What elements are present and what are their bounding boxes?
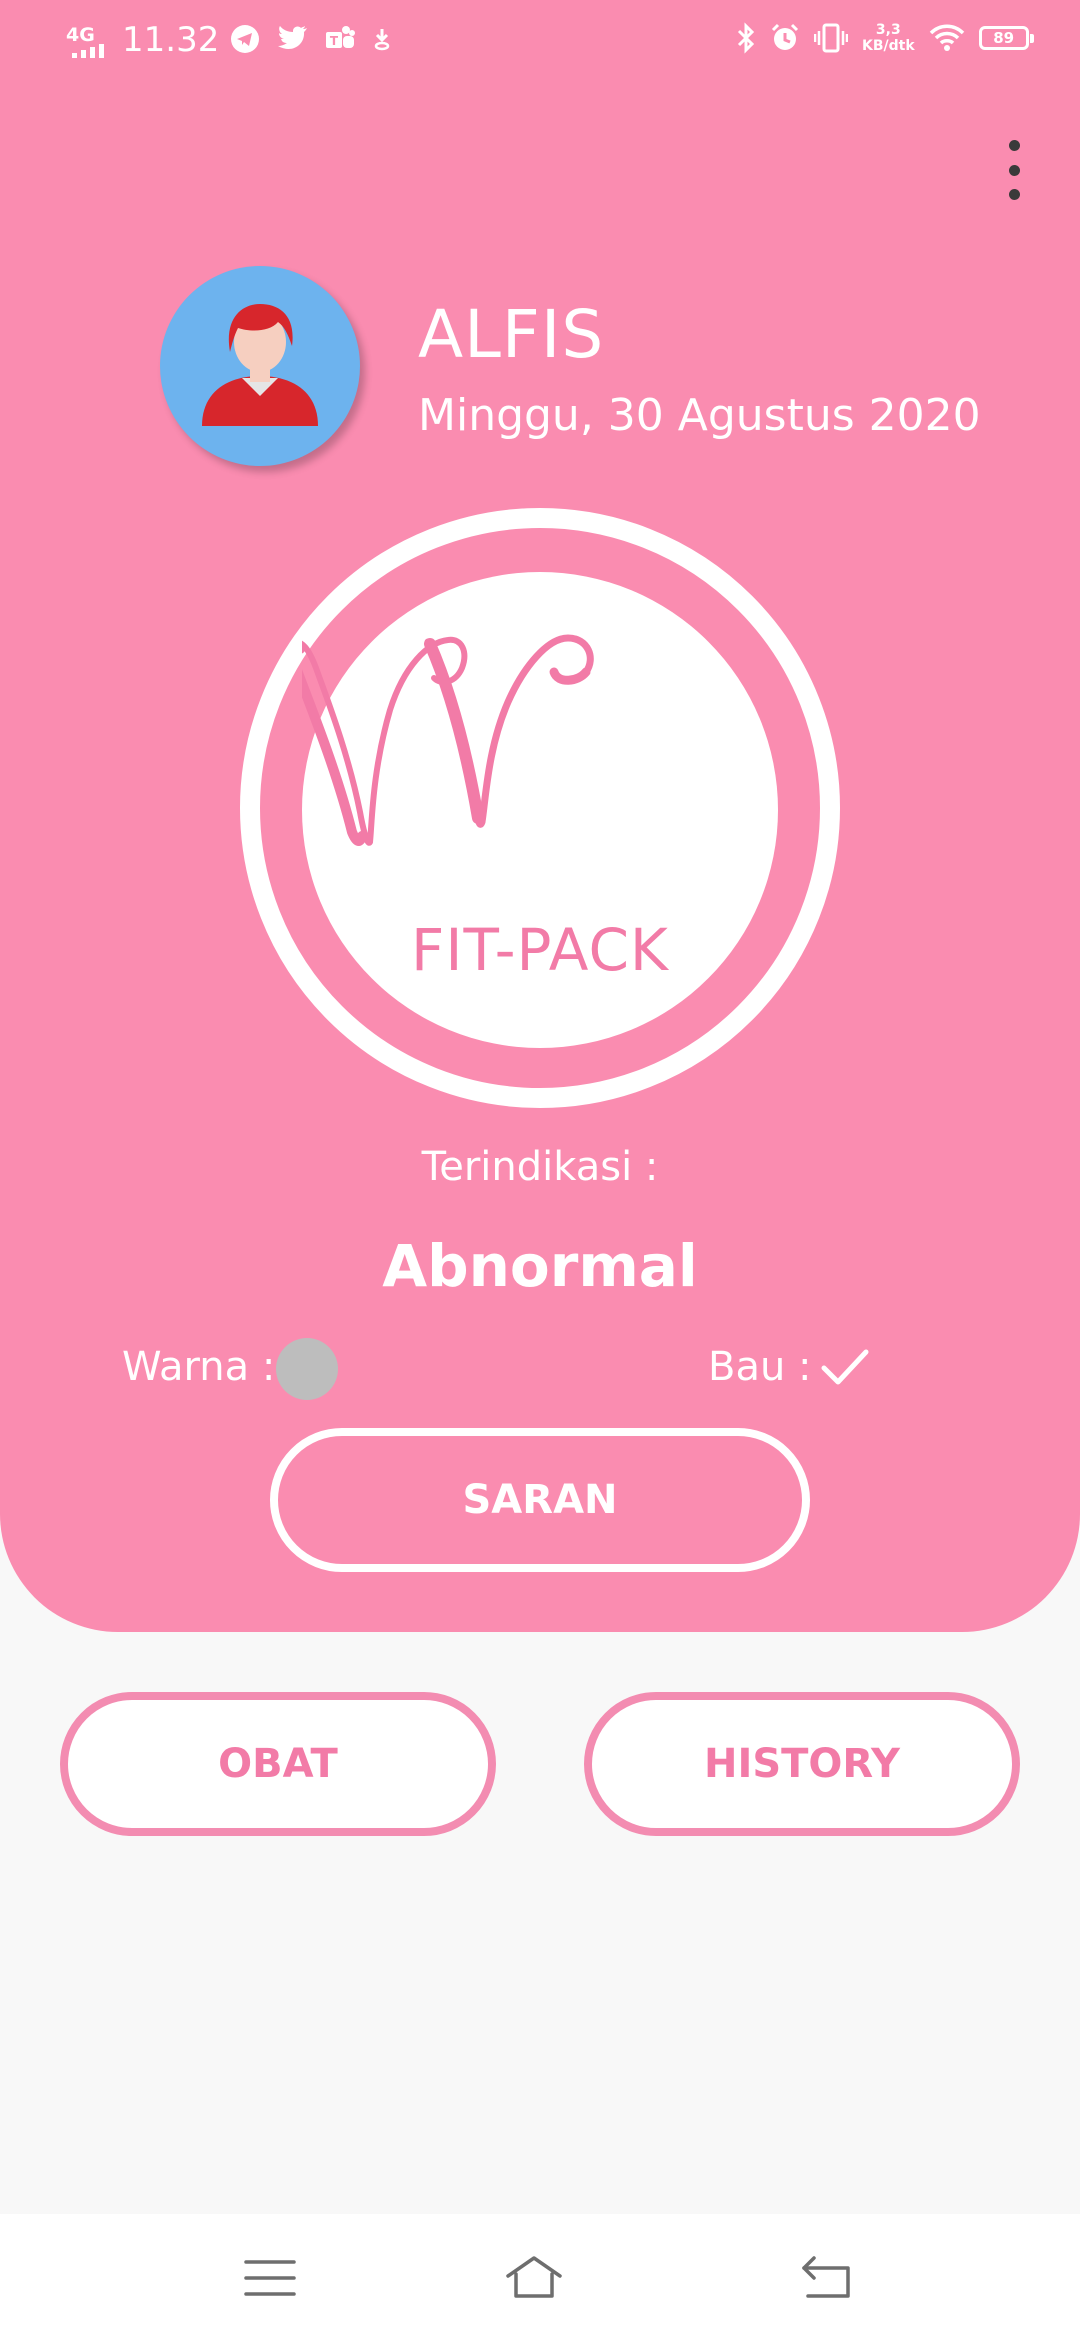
signal-icon (72, 44, 104, 58)
telegram-icon (231, 25, 259, 53)
network-speed: 3,3 KB/dtk (862, 22, 915, 54)
current-date: Minggu, 30 Agustus 2020 (418, 390, 981, 441)
menu-icon[interactable] (242, 2250, 298, 2306)
battery-level: 89 (993, 29, 1015, 47)
color-swatch (276, 1338, 338, 1400)
battery-icon: 89 (978, 26, 1034, 50)
color-label: Warna : (122, 1344, 276, 1390)
logo-text: FIT-PACK (411, 916, 669, 984)
avatar[interactable] (160, 266, 360, 466)
home-icon[interactable] (506, 2250, 562, 2306)
check-icon (821, 1349, 869, 1385)
system-icons: 3,3 KB/dtk 89 (736, 22, 1034, 54)
speed-unit: KB/dtk (862, 38, 915, 54)
bluetooth-icon (737, 22, 755, 54)
status-bar: 4G 11.32 T 3,3 KB/dtk 89 (0, 0, 1080, 90)
saran-button[interactable]: SARAN (270, 1428, 810, 1572)
obat-button[interactable]: OBAT (60, 1692, 496, 1836)
smell-label: Bau : (708, 1344, 812, 1390)
user-icon (202, 304, 318, 426)
user-name: ALFIS (418, 296, 605, 373)
speed-value: 3,3 (875, 22, 901, 38)
alarm-icon (771, 23, 799, 50)
network-type: 4G (66, 24, 95, 46)
teams-icon: T (326, 26, 355, 48)
screen: 4G 11.32 T 3,3 KB/dtk 89 ALFIS Minggu, 3… (0, 0, 1080, 2340)
status-time: 11.32 (122, 20, 220, 60)
notification-icons: T (230, 24, 392, 54)
vibrate-icon (814, 23, 848, 53)
indication-label: Terindikasi : (421, 1144, 659, 1190)
download-icon (374, 29, 390, 51)
wifi-icon (929, 24, 964, 51)
back-icon[interactable] (798, 2250, 854, 2306)
svg-text:T: T (330, 34, 339, 48)
history-button[interactable]: HISTORY (584, 1692, 1020, 1836)
twitter-icon (278, 26, 307, 50)
indication-value: Abnormal (382, 1232, 698, 1300)
navigation-bar (0, 2214, 1080, 2340)
more-options-icon[interactable] (998, 140, 1030, 200)
